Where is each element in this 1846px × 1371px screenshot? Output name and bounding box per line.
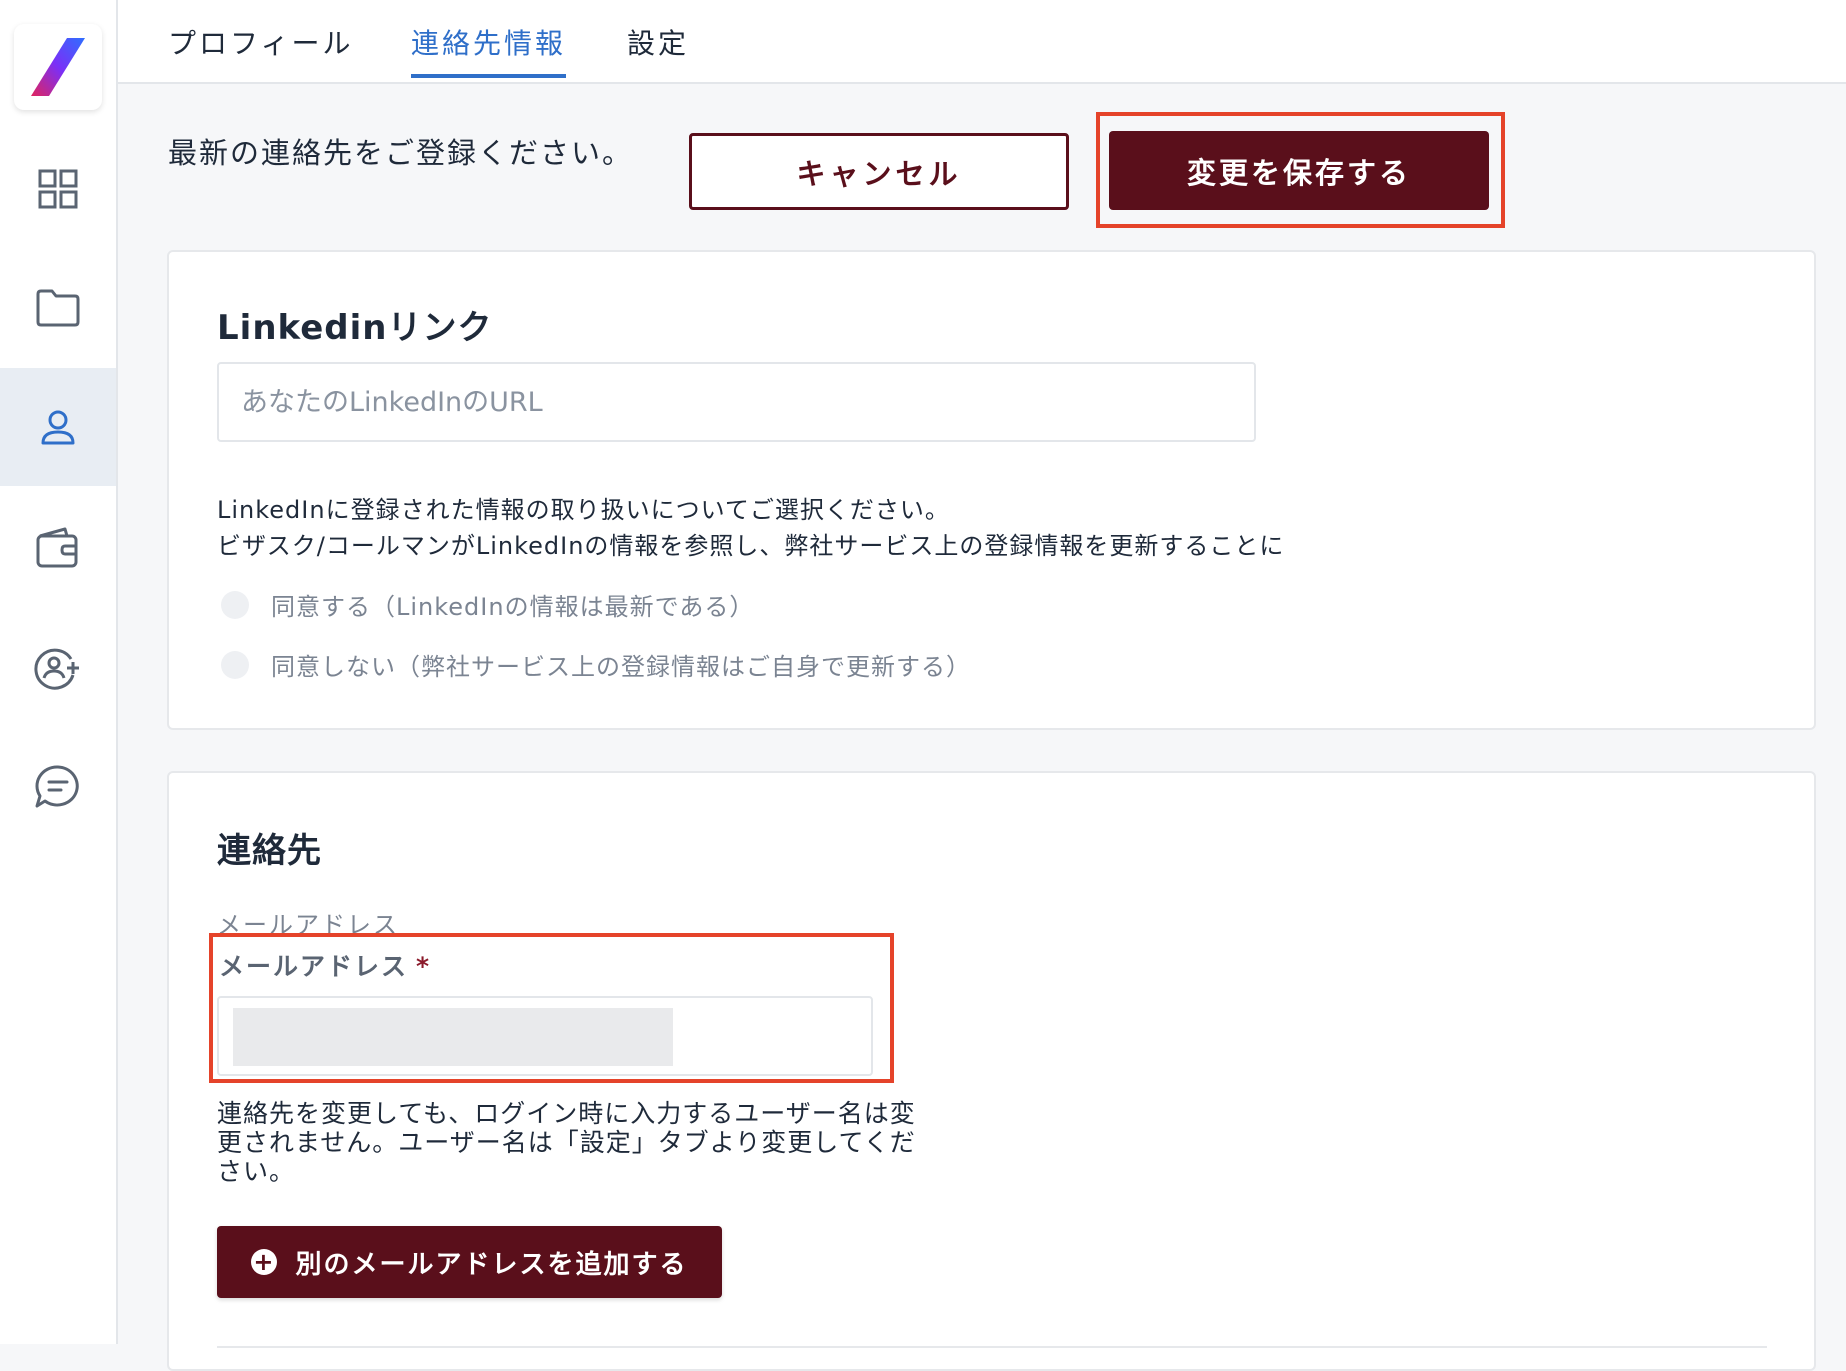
user-icon: [41, 410, 75, 445]
section-divider: [217, 1346, 1767, 1348]
radio-disagree-label: 同意しない（弊社サービス上の登録情報はご自身で更新する）: [271, 653, 971, 681]
contact-card: 連絡先 メールアドレス メールアドレス * 連絡先を変更しても、ログイン時に入力す…: [167, 771, 1816, 1371]
required-mark: *: [416, 952, 432, 981]
add-email-button[interactable]: + 別のメールアドレスを追加する: [217, 1226, 722, 1298]
plus-circle-icon: +: [251, 1248, 278, 1276]
folder-icon: [36, 289, 80, 327]
email-label-text: メールアドレス: [219, 952, 409, 981]
cancel-button[interactable]: キャンセル: [689, 133, 1069, 210]
radio-option-agree[interactable]: 同意する（LinkedInの情報は最新である）: [221, 587, 754, 622]
tab-contact-info[interactable]: 連絡先情報: [411, 22, 567, 78]
contact-section-title: 連絡先: [217, 831, 322, 871]
radio-option-disagree[interactable]: 同意しない（弊社サービス上の登録情報はご自身で更新する）: [221, 647, 971, 682]
radio-disagree[interactable]: [221, 650, 249, 679]
linkedin-description: LinkedInに登録された情報の取り扱いについてご選択ください。 ビザスク/コ…: [217, 492, 1284, 564]
chat-icon: [35, 765, 79, 808]
linkedin-section-title: Linkedinリンク: [217, 308, 493, 348]
tab-settings[interactable]: 設定: [627, 22, 689, 74]
radio-agree-label: 同意する（LinkedInの情報は最新である）: [271, 593, 755, 621]
linkedin-description-line-2: ビザスク/コールマンがLinkedInの情報を参照し、弊社サービス上の登録情報を…: [217, 532, 1285, 560]
sidebar-item-profile[interactable]: [0, 368, 116, 486]
username-note: 連絡先を変更しても、ログイン時に入力するユーザー名は変更されません。ユーザー名は…: [217, 1099, 916, 1186]
user-add-icon: [34, 648, 79, 690]
page-intro-text: 最新の連絡先をご登録ください。: [168, 136, 634, 170]
radio-agree[interactable]: [221, 590, 249, 619]
dashboard-grid-icon: [38, 169, 78, 209]
linkedin-card: Linkedinリンク LinkedInに登録された情報の取り扱いについてご選択…: [167, 250, 1816, 730]
email-field[interactable]: [217, 996, 873, 1076]
logo-mark-icon: [31, 38, 85, 96]
sidebar-item-wallet[interactable]: [0, 489, 116, 607]
linkedin-description-line-1: LinkedInに登録された情報の取り扱いについてご選択ください。: [217, 496, 950, 524]
save-changes-button[interactable]: 変更を保存する: [1109, 131, 1489, 210]
sidebar-item-dashboard[interactable]: [0, 130, 116, 248]
wallet-icon: [36, 527, 78, 568]
add-email-label: 別のメールアドレスを追加する: [295, 1249, 688, 1280]
sidebar-item-projects[interactable]: [0, 249, 116, 367]
tab-profile[interactable]: プロフィール: [168, 22, 353, 74]
top-tab-bar: プロフィール 連絡先情報 設定: [118, 0, 1846, 84]
email-input[interactable]: [233, 1008, 673, 1066]
app-logo[interactable]: [14, 24, 102, 110]
sidebar-item-referral[interactable]: [0, 609, 116, 727]
sidebar-item-messages[interactable]: [0, 728, 116, 846]
linkedin-url-input[interactable]: [217, 362, 1256, 442]
sidebar: [0, 0, 118, 1344]
email-field-label: メールアドレス *: [219, 947, 431, 983]
